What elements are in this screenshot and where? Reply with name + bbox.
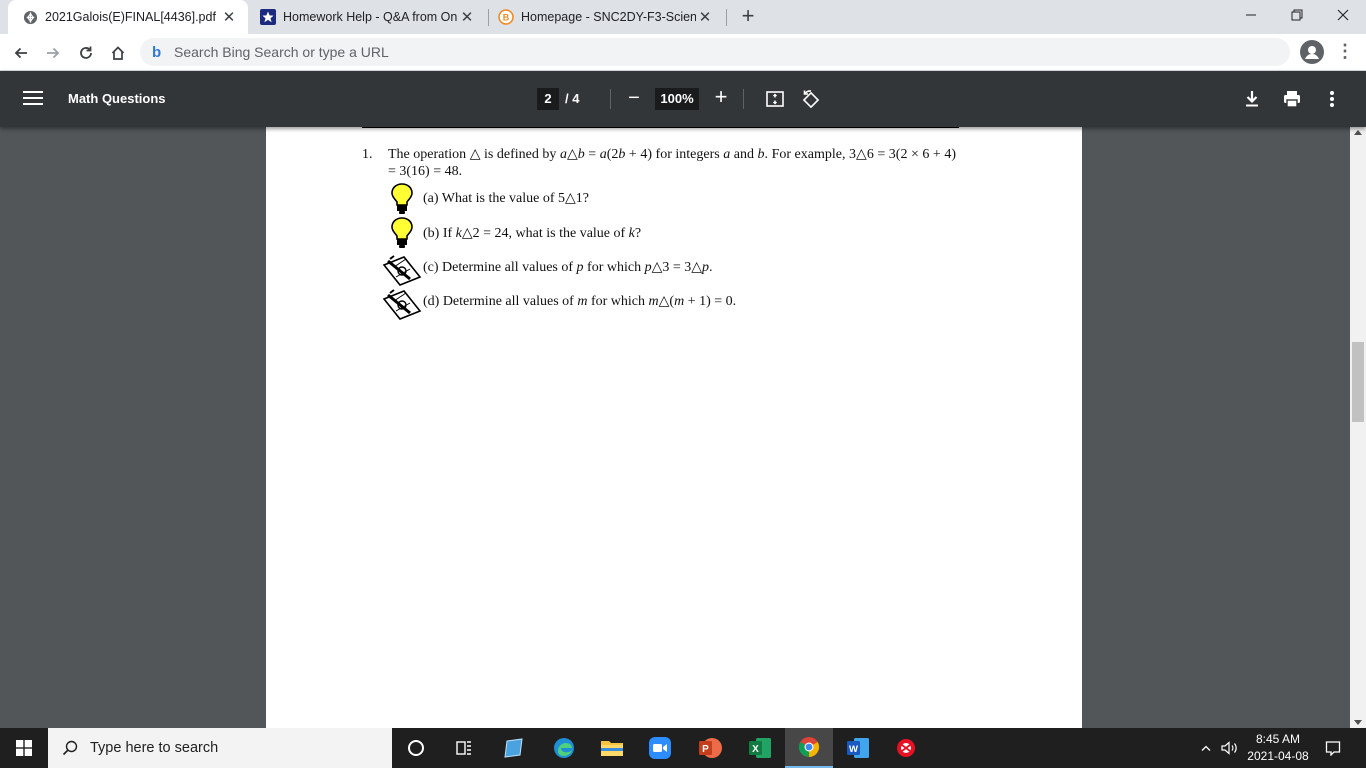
part-c: (c) Determine all values of p for which …	[423, 260, 713, 275]
scrollbar-thumb[interactable]	[1352, 342, 1364, 422]
forward-icon[interactable]	[40, 40, 66, 66]
scroll-up-icon[interactable]	[1354, 130, 1362, 135]
toolbar-separator	[743, 89, 744, 109]
tab-strip: 2021Galois(E)FINAL[4436].pdf ✕ Homework …	[0, 0, 1366, 34]
tab-separator	[726, 9, 727, 26]
address-bar[interactable]: b Search Bing Search or type a URL	[140, 38, 1290, 66]
restore-icon[interactable]	[1274, 0, 1320, 30]
scroll-down-icon[interactable]	[1354, 720, 1362, 725]
print-icon[interactable]	[1280, 87, 1304, 111]
close-icon[interactable]: ✕	[220, 8, 238, 26]
problem-number: 1.	[362, 147, 373, 162]
address-placeholder: Search Bing Search or type a URL	[174, 44, 389, 60]
tab-pdf[interactable]: 2021Galois(E)FINAL[4436].pdf ✕	[8, 0, 248, 34]
edge-icon[interactable]	[540, 728, 588, 768]
problem-stem: The operation △ is defined by a△b = a(2b…	[388, 147, 957, 179]
pencil-paper-icon	[382, 251, 422, 287]
toolbar-separator	[610, 89, 611, 109]
close-window-icon[interactable]	[1320, 0, 1366, 30]
rotate-icon[interactable]	[799, 87, 823, 111]
lightbulb-icon	[382, 181, 422, 217]
back-icon[interactable]	[8, 40, 34, 66]
home-icon[interactable]	[105, 40, 131, 66]
file-manager-icon[interactable]	[490, 728, 538, 768]
svg-text:W: W	[849, 744, 858, 755]
lightbulb-icon	[382, 215, 422, 251]
svg-text:P: P	[702, 744, 709, 755]
excel-icon[interactable]: X	[736, 728, 784, 768]
page-number-input[interactable]: 2	[537, 88, 559, 110]
zoom-out-button[interactable]: −	[624, 86, 644, 110]
pencil-paper-icon	[382, 285, 422, 321]
tab-title: Homework Help - Q&A from Onl	[283, 10, 458, 24]
more-options-icon[interactable]	[1320, 87, 1344, 111]
svg-text:B: B	[503, 13, 510, 23]
snip-sketch-icon[interactable]	[882, 728, 930, 768]
chrome-icon[interactable]	[785, 728, 833, 768]
pdf-page: 1. The operation △ is defined by a△b = a…	[266, 127, 1082, 728]
browser-toolbar: b Search Bing Search or type a URL ⋮	[0, 34, 1366, 71]
show-hidden-icons-icon[interactable]	[1196, 728, 1216, 768]
notification-center-icon[interactable]	[1320, 728, 1346, 768]
minimize-icon[interactable]	[1228, 0, 1274, 30]
vertical-scrollbar[interactable]	[1350, 127, 1366, 728]
document-title: Math Questions	[68, 91, 166, 106]
page-rule	[362, 127, 959, 128]
star-badge-icon	[260, 9, 276, 25]
tab-science-homepage[interactable]: B Homepage - SNC2DY-F3-Science ✕	[492, 0, 724, 34]
b-circle-icon: B	[498, 9, 514, 25]
profile-avatar-icon[interactable]	[1300, 40, 1324, 64]
download-icon[interactable]	[1240, 87, 1264, 111]
part-b: (b) If k△2 = 24, what is the value of k?	[423, 226, 642, 241]
task-view-icon[interactable]	[440, 728, 488, 768]
cortana-icon[interactable]	[392, 728, 440, 768]
hamburger-menu-icon[interactable]	[23, 88, 43, 108]
bing-icon: b	[152, 43, 162, 61]
page-total: / 4	[565, 91, 580, 106]
browser-menu-icon[interactable]: ⋮	[1336, 42, 1354, 62]
system-clock[interactable]: 8:45 AM 2021-04-08	[1244, 731, 1312, 765]
volume-icon[interactable]	[1218, 728, 1242, 768]
pdf-viewer-area[interactable]: 1. The operation △ is defined by a△b = a…	[0, 127, 1350, 728]
fit-to-page-icon[interactable]	[763, 87, 787, 111]
windows-start-icon[interactable]	[0, 728, 48, 768]
new-tab-button[interactable]: +	[736, 5, 760, 29]
taskbar-search-placeholder: Type here to search	[90, 740, 219, 756]
zoom-level-input[interactable]: 100%	[655, 88, 699, 110]
zoom-app-icon[interactable]	[636, 728, 684, 768]
search-icon	[62, 740, 78, 756]
part-a: (a) What is the value of 5△1?	[423, 191, 590, 206]
tab-separator	[488, 9, 489, 26]
pdf-toolbar: Math Questions 2 / 4 − 100% +	[0, 71, 1366, 127]
part-d: (d) Determine all values of m for which …	[423, 294, 737, 309]
clock-time: 8:45 AM	[1255, 732, 1301, 746]
windows-taskbar: Type here to search P X W 8:45 AM 2021-0…	[0, 728, 1366, 768]
powerpoint-icon[interactable]: P	[686, 728, 734, 768]
svg-text:X: X	[752, 744, 759, 755]
reload-icon[interactable]	[73, 40, 99, 66]
folder-icon[interactable]	[588, 728, 636, 768]
clock-date: 2021-04-08	[1247, 749, 1309, 763]
tab-title: Homepage - SNC2DY-F3-Science	[521, 10, 696, 24]
tab-title: 2021Galois(E)FINAL[4436].pdf	[45, 10, 216, 24]
close-icon[interactable]: ✕	[696, 8, 714, 26]
zoom-in-button[interactable]: +	[710, 85, 732, 109]
globe-icon	[22, 9, 38, 25]
close-icon[interactable]: ✕	[458, 8, 476, 26]
taskbar-search-box[interactable]: Type here to search	[48, 728, 392, 768]
word-icon[interactable]: W	[834, 728, 882, 768]
tab-homework-help[interactable]: Homework Help - Q&A from Onl ✕	[252, 0, 486, 34]
